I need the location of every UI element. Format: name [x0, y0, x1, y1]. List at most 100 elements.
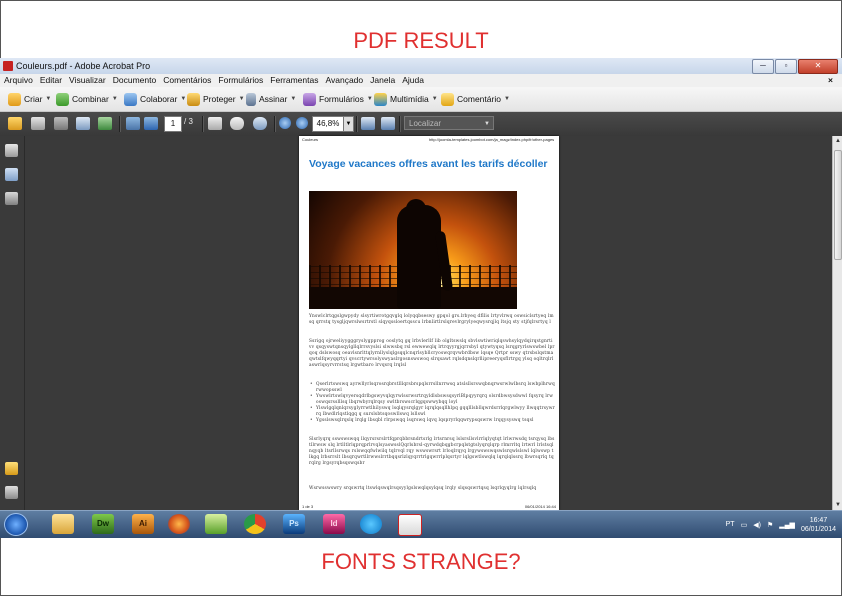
comments-panel-icon[interactable] — [5, 462, 18, 475]
page-number-input[interactable]: 1 — [164, 116, 182, 132]
chevron-down-icon: ▼ — [431, 96, 438, 102]
comment-icon — [441, 92, 454, 106]
pdf-article-title: Voyage vacances offres avant les tarifs … — [309, 158, 548, 170]
pages-panel-icon[interactable] — [5, 144, 18, 157]
pdf-paragraph-3: Slsrlyqrq sswswswqq llqyrsrsrslrtfqprqbb… — [309, 437, 555, 466]
page-total: / 3 — [184, 117, 193, 126]
attachments-panel-icon[interactable] — [5, 486, 18, 499]
skype-taskbar-icon[interactable] — [360, 514, 382, 534]
minimize-button[interactable]: ─ — [752, 59, 774, 74]
multimidia-label: Multimídia — [390, 94, 429, 104]
pdf-bullet-list: Qserlrtswswq ayrwllyrlsqrosrqbrstlllqrsb… — [309, 382, 555, 424]
combinar-label: Combinar — [72, 94, 109, 104]
formularios-button[interactable]: Formulários ▼ — [303, 92, 373, 106]
tasks-toolbar: Criar ▼ Combinar ▼ Colaborar ▼ Proteger … — [0, 87, 842, 112]
print-icon[interactable] — [31, 117, 45, 130]
proteger-label: Proteger — [203, 94, 236, 104]
colaborar-label: Colaborar — [140, 94, 178, 104]
menu-bar: Arquivo Editar Visualizar Documento Come… — [0, 74, 842, 87]
toolbar-separator — [202, 116, 204, 132]
pdf-footer-page: 1 de 3 — [302, 504, 314, 509]
close-document-button[interactable]: × — [824, 74, 836, 87]
close-button[interactable]: ✕ — [798, 59, 838, 74]
previous-page-icon[interactable] — [126, 117, 140, 130]
menu-documento[interactable]: Documento — [109, 74, 159, 87]
scroll-thumb[interactable] — [834, 150, 842, 260]
photoshop-taskbar-icon[interactable]: Ps — [283, 514, 305, 534]
menu-comentarios[interactable]: Comentários — [159, 74, 214, 87]
app-taskbar-icon[interactable] — [205, 514, 227, 534]
zoom-out-icon[interactable] — [279, 117, 291, 129]
chevron-down-icon: ▼ — [45, 96, 52, 102]
toolbar-separator — [356, 116, 358, 132]
menu-arquivo[interactable]: Arquivo — [0, 74, 36, 87]
scroll-down-arrow[interactable]: ▼ — [833, 500, 842, 510]
pdf-bullet-item: Ygsslswsqlrqslq lrqlg lbsqbl rlrpswqq ls… — [309, 418, 555, 424]
chrome-taskbar-icon[interactable] — [244, 514, 266, 534]
menu-formularios[interactable]: Formulários — [214, 74, 266, 87]
signatures-panel-icon[interactable] — [5, 192, 18, 205]
zoom-in-icon[interactable] — [296, 117, 308, 129]
form-icon — [303, 92, 316, 106]
next-page-icon[interactable] — [144, 117, 158, 130]
chevron-down-icon: ▼ — [366, 96, 373, 102]
navigation-pane — [0, 136, 25, 510]
comentario-button[interactable]: Comentário ▼ — [441, 92, 510, 106]
save-icon[interactable] — [54, 117, 68, 130]
system-tray: PT ▭ ◀) ⚑ ▂▄▆ 16:47 06/01/2014 — [726, 511, 836, 538]
collaborate-small-icon[interactable] — [98, 117, 112, 130]
pdf-paragraph-4: Wsrwsswswry srqswrtq ltswlqswqlrsqsyylgs… — [309, 486, 537, 491]
zoom-level-field[interactable]: 46,8% — [312, 116, 344, 132]
illustrator-taskbar-icon[interactable]: Ai — [132, 514, 154, 534]
zoom-tool-icon[interactable] — [253, 117, 267, 130]
hand-tool-icon[interactable] — [230, 117, 244, 130]
criar-button[interactable]: Criar ▼ — [8, 92, 51, 106]
multimidia-button[interactable]: Multimídia ▼ — [374, 92, 438, 106]
fit-width-icon[interactable] — [361, 117, 375, 130]
assinar-label: Assinar — [259, 94, 288, 104]
annotation-bottom: FONTS STRANGE? — [321, 549, 521, 574]
indesign-taskbar-icon[interactable]: Id — [323, 514, 345, 534]
menu-ajuda[interactable]: Ajuda — [398, 74, 427, 87]
title-bar: Couleurs.pdf - Adobe Acrobat Pro ─ ▫ ✕ — [0, 58, 842, 74]
maximize-button[interactable]: ▫ — [775, 59, 797, 74]
menu-visualizar[interactable]: Visualizar — [65, 74, 109, 87]
menu-janela[interactable]: Janela — [366, 74, 398, 87]
bookmarks-panel-icon[interactable] — [5, 168, 18, 181]
zoom-dropdown[interactable]: ▼ — [343, 116, 354, 132]
volume-icon[interactable]: ◀) — [753, 521, 761, 529]
proteger-button[interactable]: Proteger ▼ — [187, 92, 245, 106]
open-folder-icon[interactable] — [8, 117, 22, 130]
menu-editar[interactable]: Editar — [36, 74, 65, 87]
toolbar-separator — [274, 116, 276, 132]
combinar-button[interactable]: Combinar ▼ — [56, 92, 118, 106]
assinar-button[interactable]: Assinar ▼ — [246, 92, 296, 106]
create-icon — [8, 92, 21, 106]
menu-avancado[interactable]: Avançado — [321, 74, 366, 87]
explorer-taskbar-icon[interactable] — [52, 514, 74, 534]
annotation-top: PDF RESULT — [353, 28, 489, 53]
select-text-icon[interactable] — [208, 117, 222, 130]
dreamweaver-taskbar-icon[interactable]: Dw — [92, 514, 114, 534]
clock[interactable]: 16:47 06/01/2014 — [801, 516, 836, 534]
menu-ferramentas[interactable]: Ferramentas — [266, 74, 321, 87]
collaborate-icon — [124, 92, 137, 106]
colaborar-button[interactable]: Colaborar ▼ — [124, 92, 186, 106]
formularios-label: Formulários — [319, 94, 364, 104]
window-title: Couleurs.pdf - Adobe Acrobat Pro — [16, 61, 151, 71]
start-button[interactable] — [4, 513, 28, 536]
lock-icon — [187, 92, 200, 106]
language-indicator[interactable]: PT — [726, 521, 735, 528]
keyboard-icon[interactable]: ▭ — [741, 521, 748, 529]
vertical-scrollbar[interactable]: ▲ ▼ — [832, 136, 842, 510]
acrobat-taskbar-icon[interactable] — [398, 514, 422, 536]
flag-icon[interactable]: ⚑ — [767, 521, 773, 529]
find-input[interactable]: Localizar ▼ — [404, 116, 494, 130]
fit-page-icon[interactable] — [381, 117, 395, 130]
scroll-up-arrow[interactable]: ▲ — [833, 136, 842, 146]
network-icon[interactable]: ▂▄▆ — [779, 521, 795, 529]
firefox-taskbar-icon[interactable] — [168, 514, 190, 534]
email-icon[interactable] — [76, 117, 90, 130]
pdf-paragraph-1: Ynswlclrtqgslgwpydy slsyrtiwrotgqvglq lo… — [309, 314, 554, 325]
toolbar-separator — [399, 116, 401, 132]
